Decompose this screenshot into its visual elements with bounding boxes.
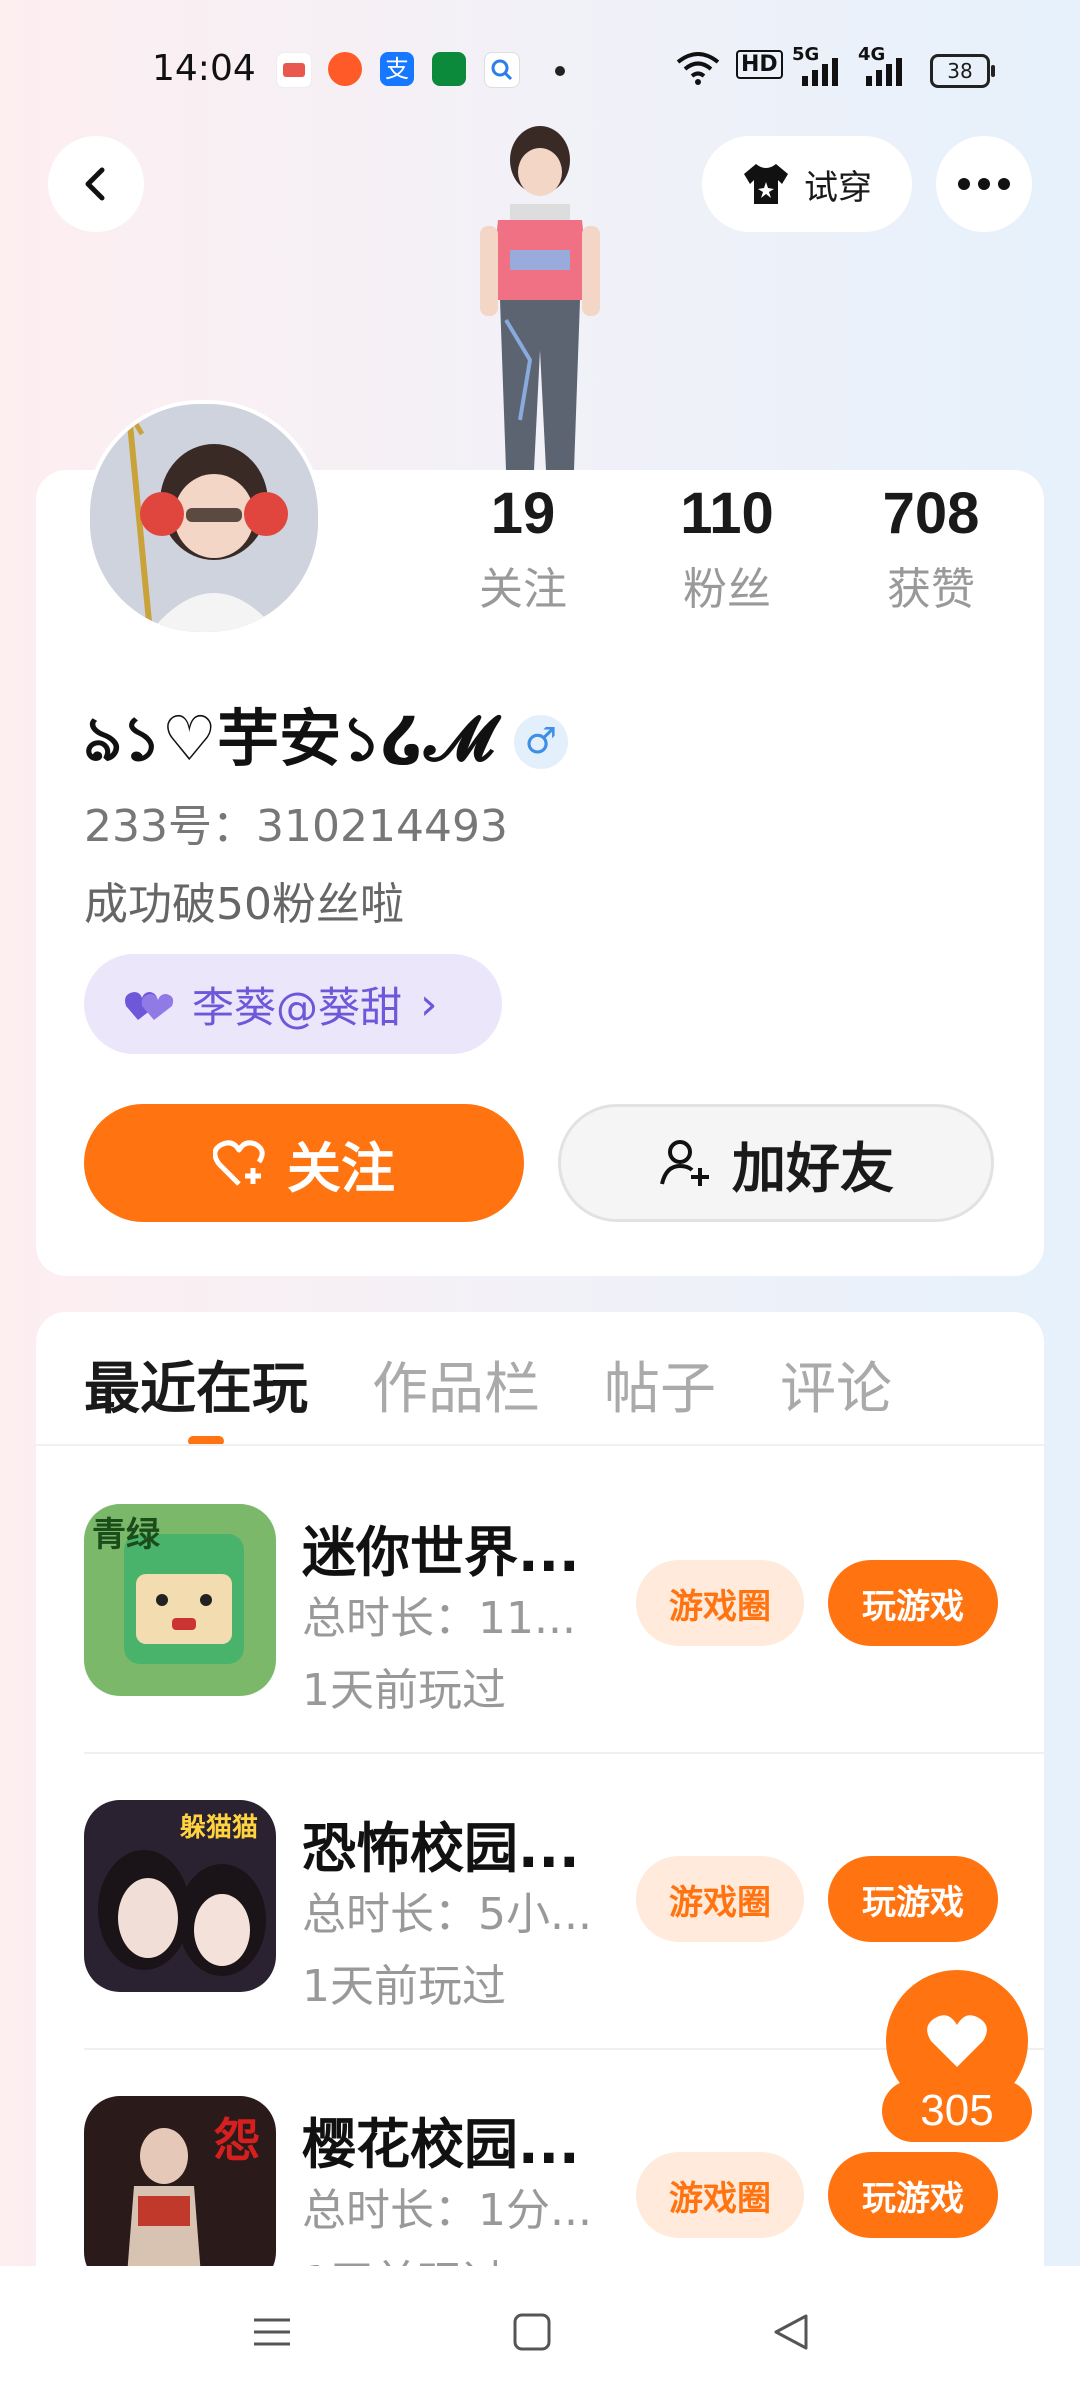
try-on-button[interactable]: 试穿: [702, 136, 912, 232]
play-game-button[interactable]: 玩游戏: [828, 1856, 998, 1942]
game-icon-mini-world: 青绿: [84, 1504, 276, 1696]
cp-relation-tag[interactable]: 李葵@葵甜 ›: [84, 954, 502, 1054]
tab-comments[interactable]: 评论: [780, 1344, 892, 1425]
tab-works[interactable]: 作品栏: [372, 1344, 540, 1425]
game-icon-horror-campus: 躲猫猫: [84, 1800, 276, 1992]
more-button[interactable]: [936, 136, 1032, 232]
battery-indicator: 38: [930, 54, 995, 88]
user-bio: 成功破50粉丝啦: [84, 879, 404, 930]
game-icon-text: 青绿: [92, 1515, 161, 1555]
game-duration: 总时长：11...: [302, 1593, 576, 1644]
menu-icon[interactable]: [252, 2312, 292, 2352]
notification-icon-weibo: [328, 52, 362, 86]
tabs-divider: [36, 1444, 1044, 1446]
chevron-left-icon: [85, 167, 105, 201]
list-item-game[interactable]: 躲猫猫 恐怖校园... 总时长：5小... 1天前玩过 游戏圈 玩游戏: [84, 1800, 1044, 2012]
profile-tabs: 最近在玩 作品栏 帖子 评论: [84, 1344, 892, 1425]
notification-icon-game: [276, 52, 312, 88]
signal-icon-2: [864, 58, 904, 92]
add-user-icon: [660, 1140, 709, 1186]
game-title: 恐怖校园...: [302, 1817, 580, 1880]
game-circle-button[interactable]: 游戏圈: [636, 1560, 804, 1646]
game-circle-button[interactable]: 游戏圈: [636, 1856, 804, 1942]
notification-icon-oppo: [432, 52, 466, 86]
follow-label: 关注: [287, 1136, 395, 1200]
stat-following[interactable]: 19 关注: [438, 480, 608, 617]
row-divider: [84, 1752, 1044, 1754]
nickname: ঌ১♡芋安১໒𝓜: [84, 702, 494, 775]
stat-likes[interactable]: 708 获赞: [846, 480, 1016, 617]
user-id[interactable]: 233号：310214493: [84, 790, 508, 854]
game-circle-button[interactable]: 游戏圈: [636, 2152, 804, 2238]
avatar-3d-figure[interactable]: [440, 120, 640, 470]
stat-fans-label: 粉丝: [683, 564, 771, 615]
tab-recent-played[interactable]: 最近在玩: [84, 1344, 308, 1425]
like-count: 305: [882, 2080, 1032, 2142]
notification-icon-alipay: 支: [380, 52, 414, 86]
heart-icon: [927, 2015, 987, 2067]
stat-following-count: 19: [490, 481, 556, 546]
stat-fans-count: 110: [680, 481, 774, 546]
add-friend-button[interactable]: 加好友: [558, 1104, 994, 1222]
play-game-button[interactable]: 玩游戏: [828, 1560, 998, 1646]
game-title: 樱花校园...: [302, 2113, 580, 2176]
avatar[interactable]: [86, 400, 322, 636]
status-time: 14:04: [152, 48, 256, 89]
status-bar: 14:04 支 HD 5G 4G 38: [0, 0, 1080, 140]
nickname-row: ঌ১♡芋安১໒𝓜 ♂: [84, 688, 568, 795]
back-nav-icon[interactable]: [770, 2312, 810, 2352]
game-icon-text: 怨: [214, 2113, 260, 2167]
game-last-played: 1天前玩过: [302, 1665, 506, 1716]
game-icon-sakura-school: 怨: [84, 2096, 276, 2288]
system-nav-bar: [0, 2266, 1080, 2400]
notification-more-dot: [555, 66, 565, 76]
game-last-played: 1天前玩过: [302, 1961, 506, 2012]
cp-relation-label: 李葵@葵甜: [192, 982, 403, 1032]
gender-male-icon: ♂: [513, 714, 568, 769]
list-item-game[interactable]: 青绿 迷你世界... 总时长：11... 1天前玩过 游戏圈 玩游戏: [84, 1504, 1044, 1716]
tshirt-icon: [744, 164, 788, 204]
play-game-button[interactable]: 玩游戏: [828, 2152, 998, 2238]
signal-icon-1: [800, 58, 840, 92]
notification-icon-search: [484, 52, 520, 88]
try-on-label: 试穿: [804, 167, 872, 208]
tab-posts[interactable]: 帖子: [604, 1344, 716, 1425]
home-icon[interactable]: [512, 2312, 552, 2352]
game-duration: 总时长：1分...: [302, 2185, 592, 2236]
chevron-right-icon: ›: [420, 978, 438, 1030]
double-heart-icon: [125, 992, 174, 1020]
stat-fans[interactable]: 110 粉丝: [642, 480, 812, 617]
game-duration: 总时长：5小...: [302, 1889, 592, 1940]
wifi-icon: [676, 50, 720, 90]
follow-button[interactable]: 关注: [84, 1104, 524, 1222]
hd-indicator: HD: [736, 50, 783, 79]
add-friend-label: 加好友: [732, 1136, 894, 1200]
stat-likes-label: 获赞: [887, 564, 975, 615]
game-title: 迷你世界...: [302, 1521, 580, 1584]
stat-likes-count: 708: [882, 481, 980, 546]
game-icon-text: 躲猫猫: [180, 1813, 258, 1843]
more-dots-icon: [958, 178, 1010, 190]
back-button[interactable]: [48, 136, 144, 232]
stat-following-label: 关注: [479, 564, 567, 615]
heart-plus-icon: [213, 1140, 265, 1186]
